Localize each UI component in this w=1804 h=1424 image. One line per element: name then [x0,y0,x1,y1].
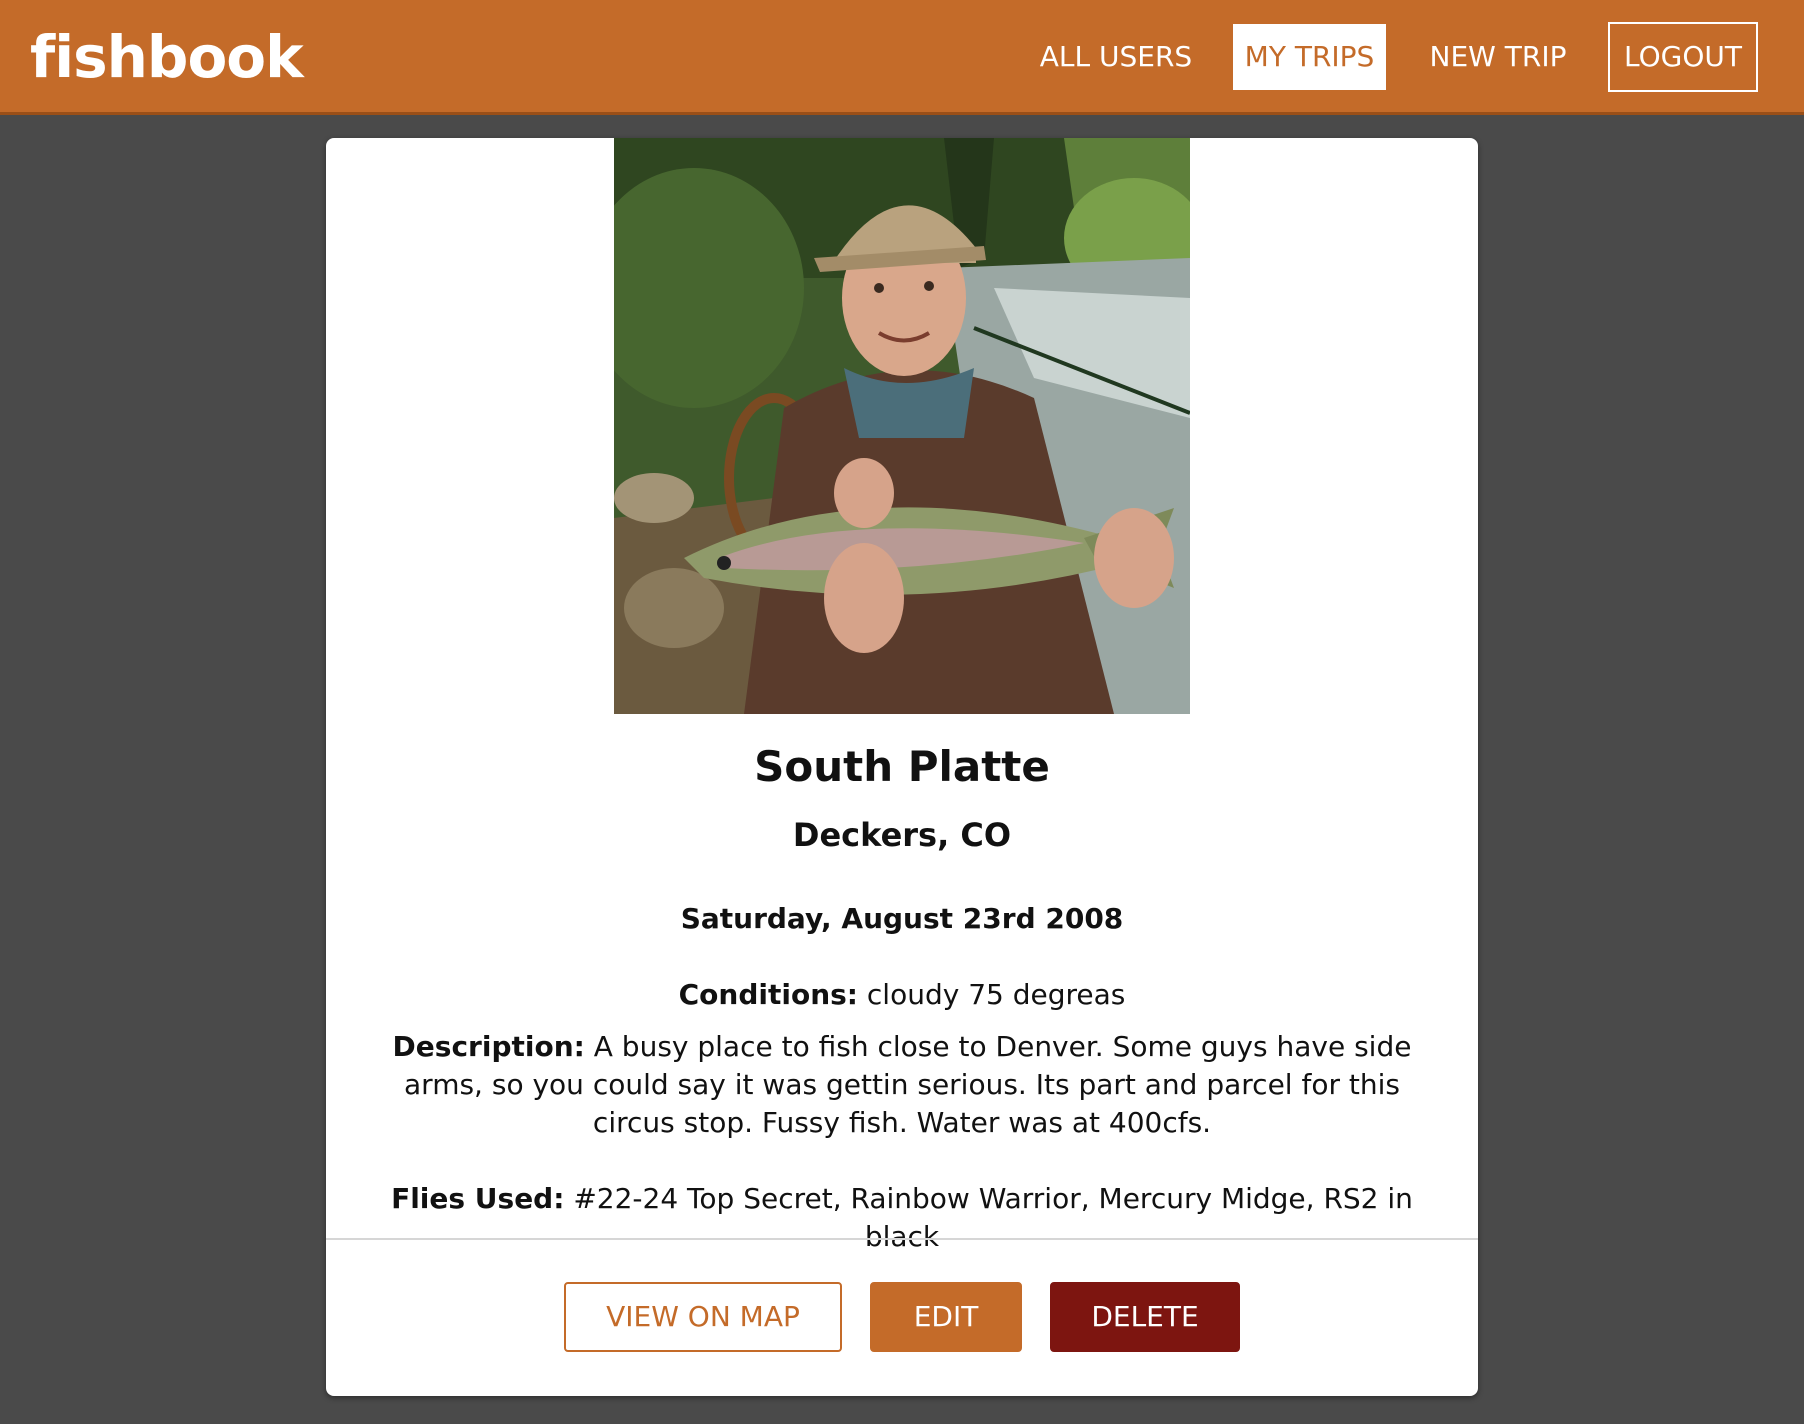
description-label: Description: [392,1030,585,1063]
view-on-map-button[interactable]: VIEW ON MAP [564,1282,842,1352]
trip-flies: Flies Used: #22-24 Top Secret, Rainbow W… [362,1180,1442,1256]
nav-all-users[interactable]: ALL USERS [1026,24,1206,90]
trip-location: Deckers, CO [792,816,1012,854]
brand-logo[interactable]: fishbook [30,22,304,92]
card-divider [326,1238,1478,1240]
conditions-label: Conditions: [678,978,858,1011]
trip-date: Saturday, August 23rd 2008 [680,902,1124,935]
top-navbar: fishbook ALL USERS MY TRIPS NEW TRIP LOG… [0,0,1804,115]
delete-button[interactable]: DELETE [1050,1282,1240,1352]
trip-conditions: Conditions: cloudy 75 degreas [362,976,1442,1014]
conditions-value: cloudy 75 degreas [866,978,1126,1011]
edit-button[interactable]: EDIT [870,1282,1022,1352]
nav-new-trip[interactable]: NEW TRIP [1420,24,1576,90]
flies-value: #22-24 Top Secret, Rainbow Warrior, Merc… [573,1182,1413,1253]
trip-card: South Platte Deckers, CO Saturday, Augus… [326,138,1478,1396]
trip-description: Description: A busy place to fish close … [362,1028,1442,1142]
flies-label: Flies Used: [391,1182,565,1215]
nav-my-trips[interactable]: MY TRIPS [1233,24,1386,90]
angler-with-trout-photo-icon [614,138,1190,714]
logout-button[interactable]: LOGOUT [1608,22,1758,92]
trip-photo [614,138,1190,714]
trip-title: South Platte [754,742,1050,791]
